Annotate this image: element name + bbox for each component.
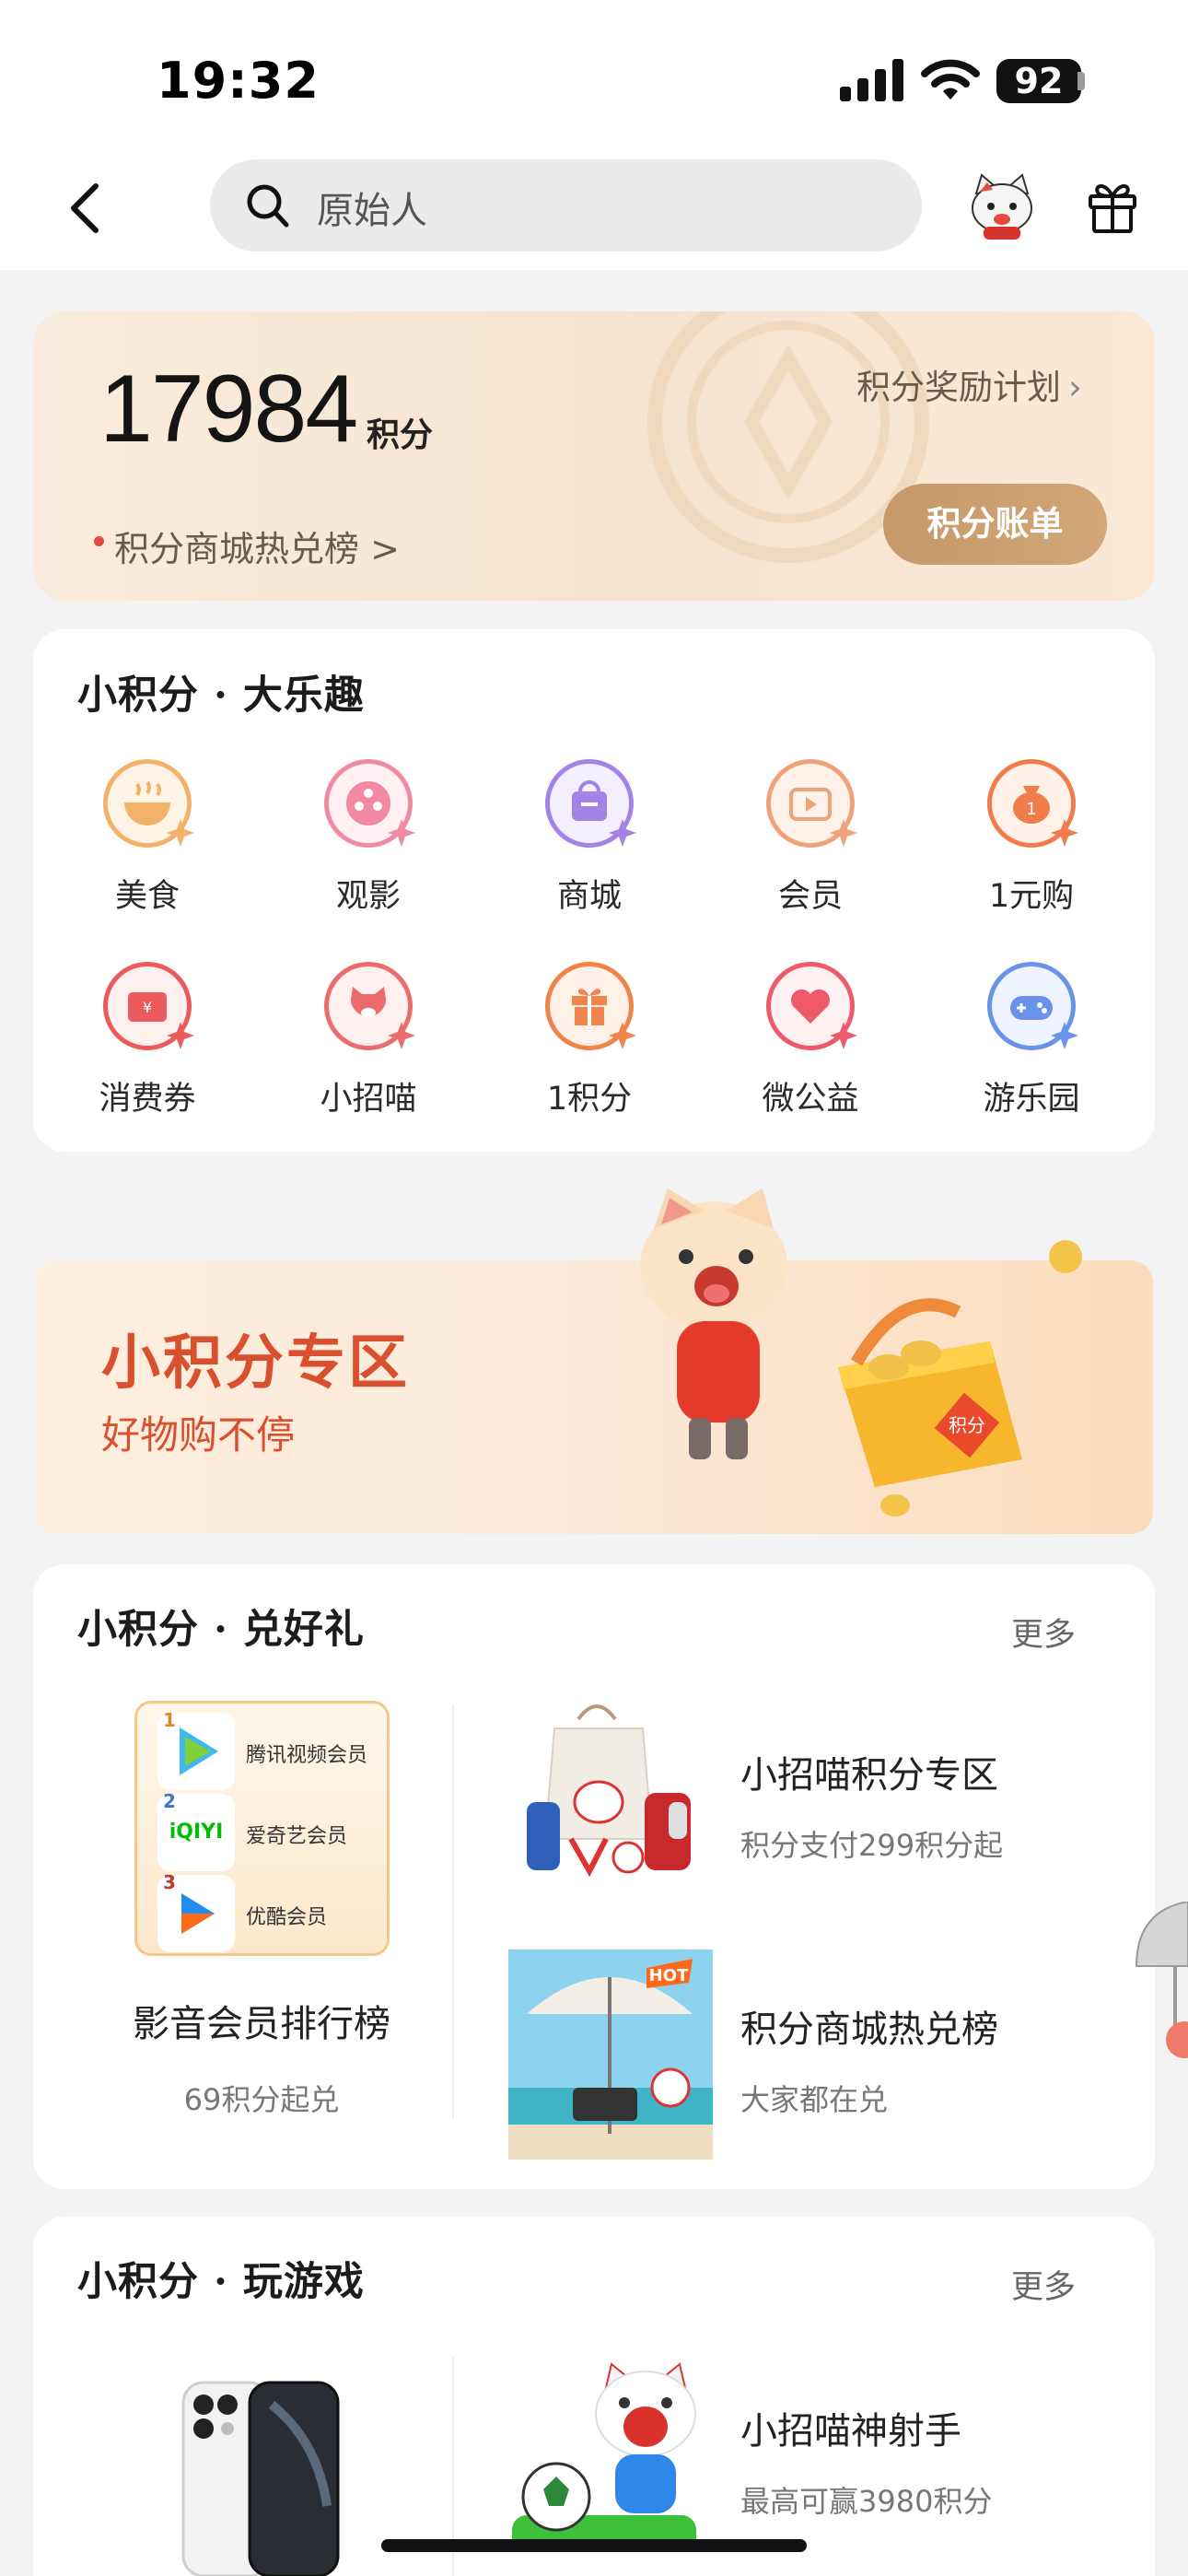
divider xyxy=(452,1704,454,2119)
rank-number: 2 xyxy=(163,1790,176,1812)
category-charity[interactable]: 微公益 xyxy=(700,962,921,1119)
category-label: 商城 xyxy=(556,878,622,915)
category-label: 会员 xyxy=(777,878,843,915)
video-play-icon xyxy=(766,759,857,848)
heart-icon xyxy=(766,962,857,1050)
category-membership[interactable]: 会员 xyxy=(700,759,921,917)
reward-plan-link[interactable]: 积分奖励计划 › xyxy=(856,359,1082,409)
reward-plan-label: 积分奖励计划 xyxy=(856,368,1061,407)
category-label: 小招喵 xyxy=(320,1081,417,1118)
cat-mascot-icon[interactable] xyxy=(967,173,1037,241)
film-reel-icon xyxy=(324,759,415,848)
rank-number: 3 xyxy=(163,1871,176,1893)
hot-badge: HOT xyxy=(649,1966,689,1985)
battery-tip xyxy=(1077,72,1085,90)
banner-subtitle: 好物购不停 xyxy=(101,1412,296,1458)
gift-box-icon xyxy=(545,962,636,1050)
category-movie[interactable]: 观影 xyxy=(258,759,479,917)
game-item-subtitle: 最高可赢3980积分 xyxy=(740,2484,993,2519)
home-indicator[interactable] xyxy=(381,2539,807,2552)
gift-item-title[interactable]: 积分商城热兑榜 xyxy=(740,1999,998,2053)
category-label: 微公益 xyxy=(762,1081,859,1118)
points-balance: 17984 xyxy=(99,356,358,463)
basket-badge: 积分 xyxy=(949,1414,985,1436)
category-label: 1积分 xyxy=(546,1081,633,1118)
svg-text:1: 1 xyxy=(1026,800,1036,819)
category-label: 1元购 xyxy=(988,878,1075,915)
back-arrow-icon[interactable] xyxy=(64,181,105,236)
points-bill-button[interactable]: 积分账单 xyxy=(883,484,1107,565)
search-input[interactable]: 原始人 xyxy=(317,181,427,234)
gift-item-subtitle: 积分支付299积分起 xyxy=(740,1828,1004,1863)
category-playground[interactable]: 游乐园 xyxy=(921,962,1142,1119)
ranking-entry-name: 腾讯视频会员 xyxy=(246,1744,368,1767)
bowl-icon xyxy=(103,759,194,848)
category-label: 美食 xyxy=(114,878,180,915)
gift-icon[interactable] xyxy=(1085,178,1140,235)
ranking-thumbnail[interactable]: 1 腾讯视频会员 iQIYI 2 爱奇艺会员 3 优酷会员 xyxy=(134,1701,390,1956)
ranking-subtitle: 69积分起兑 xyxy=(183,2082,340,2117)
chevron-right-icon: › xyxy=(1068,368,1082,407)
ranking-entry-name: 优酷会员 xyxy=(246,1906,328,1929)
category-coupon[interactable]: ¥ 消费券 xyxy=(37,962,258,1119)
rank-number: 1 xyxy=(163,1709,176,1731)
coupon-icon: ¥ xyxy=(103,962,194,1050)
gift-more-link[interactable]: 更多 xyxy=(1011,1609,1076,1656)
search-icon xyxy=(247,184,289,228)
cat-mascot-basket-illustration: 积分 xyxy=(640,1188,1082,1516)
gift-item-subtitle: 大家都在兑 xyxy=(740,2082,889,2117)
category-one-yuan[interactable]: 1 1元购 xyxy=(921,759,1142,917)
battery-indicator: 92 xyxy=(996,59,1081,103)
category-label: 消费券 xyxy=(99,1081,196,1118)
category-mall[interactable]: 商城 xyxy=(479,759,700,917)
cellular-signal-icon xyxy=(840,59,903,101)
status-time: 19:32 xyxy=(157,52,320,110)
points-unit: 积分 xyxy=(367,416,434,454)
category-label: 观影 xyxy=(335,878,401,915)
shopping-bag-icon xyxy=(545,759,636,848)
gamepad-icon xyxy=(987,962,1078,1050)
ranking-title[interactable]: 影音会员排行榜 xyxy=(77,1994,446,2047)
game-more-link[interactable]: 更多 xyxy=(1011,2261,1076,2308)
floating-umbrella-widget[interactable] xyxy=(1133,1902,1188,2067)
cat-icon xyxy=(324,962,415,1050)
wifi-icon xyxy=(921,59,980,100)
ranking-entry-name: 爱奇艺会员 xyxy=(246,1825,348,1848)
category-one-point[interactable]: 1积分 xyxy=(479,962,700,1119)
category-cat[interactable]: 小招喵 xyxy=(258,962,479,1119)
red-dot-indicator xyxy=(94,536,104,546)
phone-prize-image[interactable] xyxy=(180,2377,345,2576)
game-item-title[interactable]: 小招喵神射手 xyxy=(740,2401,961,2454)
category-food[interactable]: 美食 xyxy=(37,759,258,917)
gift-item-title[interactable]: 小招喵积分专区 xyxy=(740,1745,998,1798)
fun-section-title: 小积分 · 大乐趣 xyxy=(77,673,365,719)
hot-exchange-image[interactable]: HOT xyxy=(508,1950,713,2160)
hot-exchange-link[interactable]: 积分商城热兑榜 > xyxy=(114,521,400,571)
game-section-title: 小积分 · 玩游戏 xyxy=(77,2259,365,2305)
money-bag-icon: 1 xyxy=(987,759,1078,848)
gift-section-title: 小积分 · 兑好礼 xyxy=(77,1607,365,1653)
category-label: 游乐园 xyxy=(983,1081,1080,1118)
svg-text:¥: ¥ xyxy=(143,999,152,1016)
merchandise-image[interactable] xyxy=(507,1701,715,1885)
banner-title: 小积分专区 xyxy=(101,1329,410,1398)
